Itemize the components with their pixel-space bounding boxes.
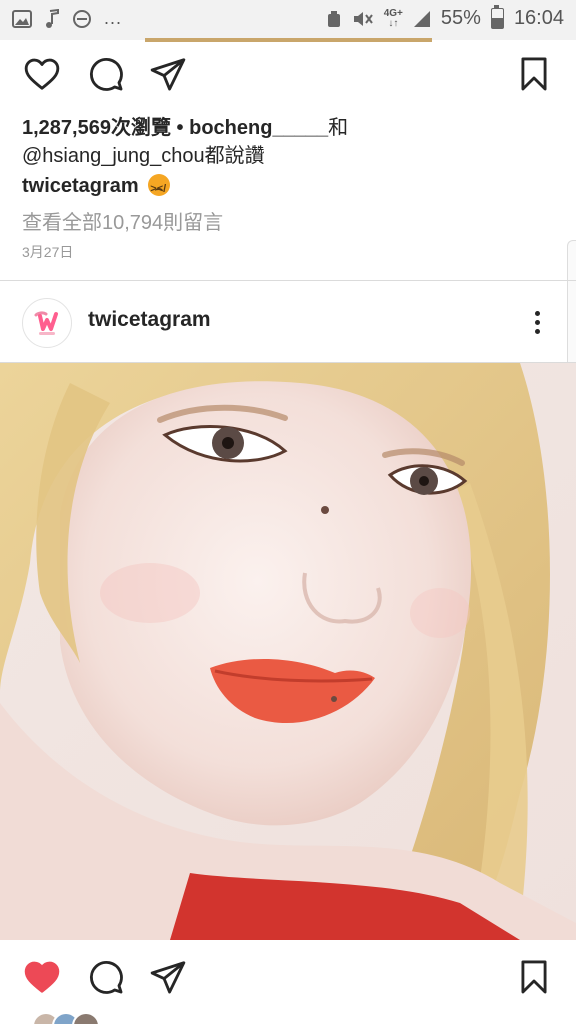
network-type: 4G+ ↓↑ <box>383 7 403 29</box>
previous-photo-edge <box>145 38 432 42</box>
dot <box>534 310 540 316</box>
post2-action-bar <box>0 955 576 1015</box>
squinting-face-emoji-icon <box>148 174 171 203</box>
battery-percent: 55% <box>440 7 481 29</box>
save-button[interactable] <box>512 955 556 999</box>
share-button[interactable] <box>146 52 190 96</box>
liked-by-user-link[interactable]: bocheng_____ <box>189 117 328 139</box>
bookmark-icon <box>521 960 547 994</box>
post1-action-bar <box>0 52 576 112</box>
likes-summary: 1,287,569次瀏覽 • bocheng_____和 @hsiang_jun… <box>22 114 542 170</box>
post-caption: twicetagram <box>22 172 171 203</box>
dot <box>534 319 540 325</box>
avatar[interactable] <box>22 298 72 348</box>
twice-logo-icon <box>32 308 62 338</box>
view-count: 1,287,569次瀏覽 <box>22 117 171 139</box>
more-notifications: ... <box>104 8 123 28</box>
post-photo[interactable] <box>0 363 576 940</box>
like-button[interactable] <box>20 52 64 96</box>
post-divider <box>0 280 576 281</box>
bookmark-icon <box>521 57 547 91</box>
send-icon <box>150 58 186 91</box>
battery-icon <box>490 5 504 29</box>
like-button[interactable] <box>20 955 64 999</box>
separator-dot: • <box>176 117 184 139</box>
liked-by-avatars-partial <box>0 1012 576 1024</box>
liked-by-suffix: 都說讚 <box>204 145 265 167</box>
send-icon <box>150 961 186 994</box>
post-username-link[interactable]: twicetagram <box>88 308 211 332</box>
view-all-comments-link[interactable]: 查看全部10,794則留言 <box>22 206 223 235</box>
share-button[interactable] <box>146 955 190 999</box>
mute-icon <box>353 11 373 26</box>
image-icon <box>12 9 32 28</box>
clock: 16:04 <box>513 7 564 29</box>
post-date: 3月27日 <box>22 244 74 260</box>
heart-icon <box>24 58 60 90</box>
comment-button[interactable] <box>84 955 128 999</box>
comment-button[interactable] <box>84 52 128 96</box>
music-note-icon <box>46 8 59 28</box>
caption-username-link[interactable]: twicetagram <box>22 175 139 197</box>
heart-filled-icon <box>24 961 60 993</box>
more-options-button[interactable] <box>524 304 550 340</box>
recycle-icon <box>327 10 340 27</box>
portrait-photo-image <box>0 363 576 940</box>
signal-icon <box>413 10 430 27</box>
status-bar: ... 4G+ ↓↑ 55% 16:04 <box>0 0 576 40</box>
liked-by-user2-link[interactable]: @hsiang_jung_chou <box>22 145 205 167</box>
dot <box>534 328 540 334</box>
comment-icon <box>89 960 123 994</box>
save-button[interactable] <box>512 52 556 96</box>
avatar <box>72 1012 100 1024</box>
comment-icon <box>89 57 123 91</box>
liked-by-and: 和 <box>328 117 349 139</box>
do-not-disturb-icon <box>73 9 91 28</box>
